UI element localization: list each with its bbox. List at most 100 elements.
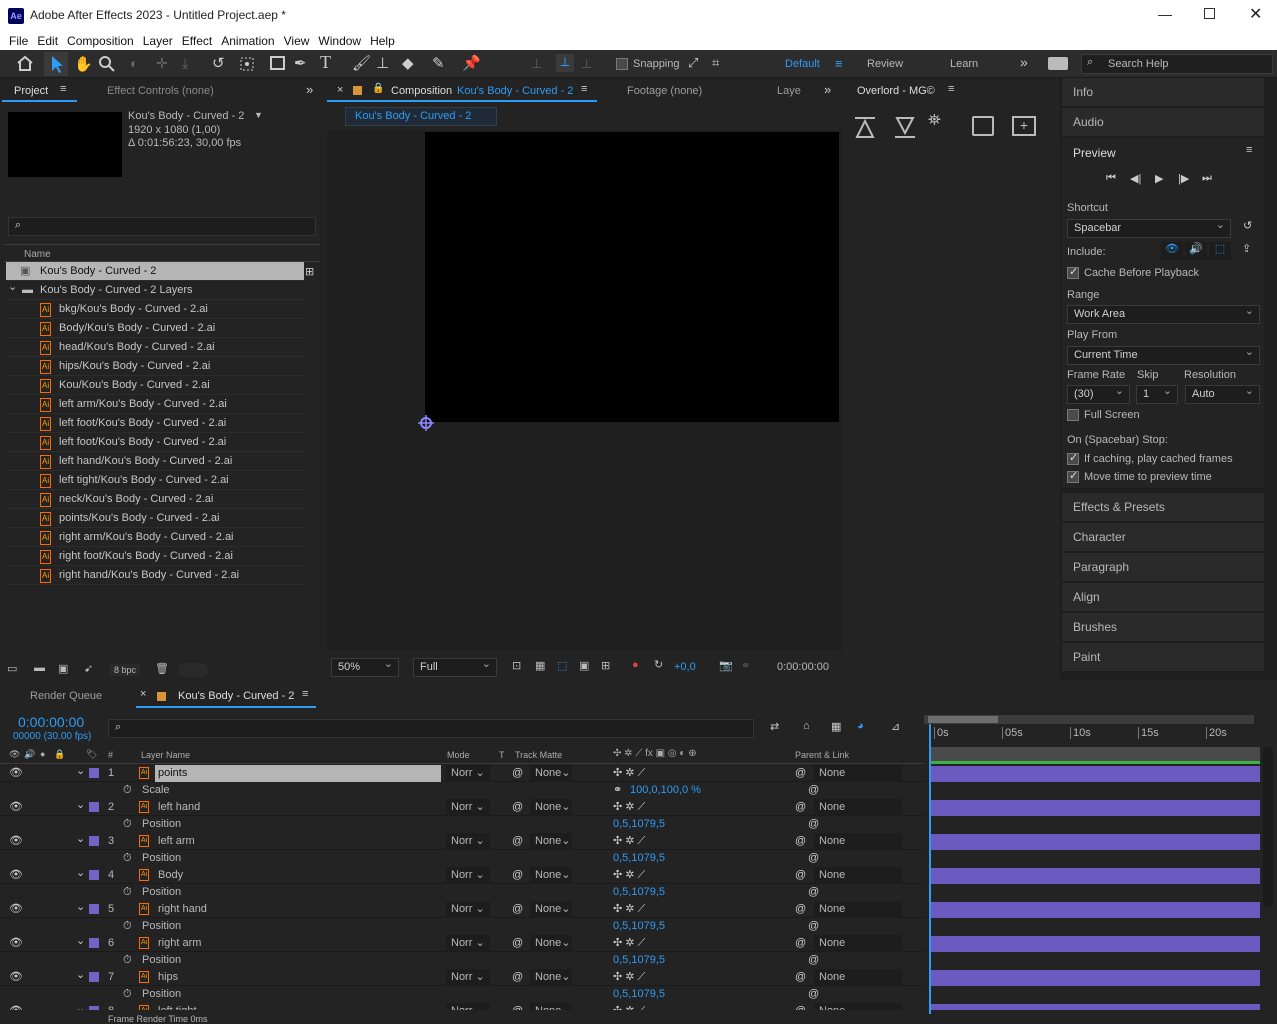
expand-chevron-icon[interactable]: ⌄ (8, 278, 17, 297)
panel-overflow-icon[interactable]: » (824, 82, 831, 97)
push-to-ae-icon[interactable] (853, 116, 877, 138)
screen-icon[interactable] (1048, 57, 1068, 70)
track-matte-dropdown[interactable]: None⌄ (530, 765, 572, 782)
track-matte-pickwhip-icon[interactable]: @ (512, 833, 523, 850)
zoom-dropdown[interactable]: 50% (331, 656, 399, 677)
expand-chevron-icon[interactable]: ⌄ (76, 797, 85, 814)
resolution-dropdown[interactable]: Auto (1185, 383, 1260, 404)
reset-shortcut-icon[interactable]: ↺ (1243, 219, 1252, 232)
add-panel-icon[interactable]: + (1012, 116, 1036, 136)
stopwatch-icon[interactable]: ⏱ (123, 850, 132, 867)
layer-duration-bar[interactable] (930, 970, 1260, 986)
project-item[interactable]: Ai hips/Kou's Body - Curved - 2.ai (6, 357, 306, 376)
anchor-point-icon[interactable] (417, 414, 435, 432)
layer-name[interactable]: left arm (155, 833, 295, 850)
panel-menu-icon[interactable]: ≡ (581, 83, 587, 95)
visibility-col-icon[interactable]: 👁 (9, 749, 20, 760)
label-color-swatch[interactable] (89, 802, 99, 812)
property-row[interactable]: ⏱ Position 0,5,1079,5 @ (0, 986, 924, 1003)
work-area-bar[interactable] (928, 716, 998, 723)
next-frame-icon[interactable]: |▶ (1178, 172, 1189, 185)
roto-brush-tool-icon[interactable]: ✎ (432, 54, 445, 72)
new-folder-icon[interactable]: ▬ (34, 662, 45, 674)
play-icon[interactable]: ▶ (1155, 172, 1163, 185)
comp-canvas[interactable] (425, 132, 839, 422)
dolly-tool-icon[interactable]: ⤓ (182, 55, 188, 72)
range-dropdown[interactable]: Work Area (1067, 303, 1260, 324)
expand-chevron-icon[interactable]: ⌄ (76, 1001, 85, 1010)
puppet-pin-tool-icon[interactable]: 📌 (462, 54, 481, 72)
lock-col-icon[interactable]: 🔒 (54, 749, 65, 760)
label-color-swatch[interactable] (89, 938, 99, 948)
name-column-header[interactable]: Name (4, 244, 320, 262)
comp-tab[interactable]: × 🔒 Composition Kou's Body - Curved - 2 … (327, 80, 597, 102)
parent-dropdown[interactable]: None (814, 969, 902, 986)
expression-pickwhip-icon[interactable]: @ (808, 816, 819, 833)
property-row[interactable]: ⏱ Position 0,5,1079,5 @ (0, 850, 924, 867)
project-search-field[interactable]: ⌕ (8, 217, 316, 236)
scroll-pill[interactable] (178, 663, 208, 677)
brushes-header[interactable]: Brushes (1062, 613, 1264, 641)
menu-help[interactable]: Help (370, 32, 395, 50)
orbit-tool-icon[interactable]: ◐ (130, 55, 138, 71)
character-header[interactable]: Character (1062, 523, 1264, 551)
layer-duration-bar[interactable] (930, 1004, 1260, 1010)
pen-tool-icon[interactable]: ✒ (294, 54, 307, 72)
home-icon[interactable] (16, 55, 34, 71)
track-matte-dropdown[interactable]: None⌄ (530, 799, 572, 816)
label-color-swatch[interactable] (89, 768, 99, 778)
snap-options-icon[interactable]: ⤢ (688, 55, 698, 71)
mode-dropdown[interactable]: Norr ⌄ (446, 799, 490, 816)
stopwatch-icon[interactable]: ⏱ (123, 952, 132, 969)
axis-local-icon[interactable]: ⟂ (532, 55, 541, 72)
paragraph-header[interactable]: Paragraph (1062, 553, 1264, 581)
label-col-icon[interactable]: 🏷 (86, 749, 97, 760)
project-item[interactable]: Ai left foot/Kou's Body - Curved - 2.ai (6, 433, 306, 452)
stopwatch-icon[interactable]: ⏱ (123, 986, 132, 1003)
constrain-proportions-icon[interactable]: ⚭ (613, 782, 622, 799)
layer-name[interactable]: left tight (155, 1003, 295, 1010)
eye-icon[interactable]: 👁 (9, 901, 23, 918)
property-row[interactable]: ⏱ Position 0,5,1079,5 @ (0, 952, 924, 969)
panel-menu-icon[interactable]: ≡ (1246, 144, 1252, 156)
draft-3d-icon[interactable]: ⌂ (803, 720, 810, 732)
expression-pickwhip-icon[interactable]: @ (808, 986, 819, 1003)
property-value[interactable]: 0,5,1079,5 (613, 884, 665, 901)
parent-pickwhip-icon[interactable]: @ (795, 969, 806, 986)
stopwatch-icon[interactable]: ⏱ (123, 816, 132, 833)
timeline-scrollbar[interactable] (1263, 747, 1273, 907)
include-overlays-icon[interactable]: ⬚ (1209, 242, 1231, 260)
mode-dropdown[interactable]: Norr ⌄ (446, 867, 490, 884)
snapshot-icon[interactable]: 📷 (719, 659, 733, 672)
expression-pickwhip-icon[interactable]: @ (808, 952, 819, 969)
expression-pickwhip-icon[interactable]: @ (808, 884, 819, 901)
safe-margins-icon[interactable]: ▣ (579, 659, 589, 672)
layer-row[interactable]: 👁 ⌄ 2 Ai left hand Norr ⌄ @ None⌄ ✣ ✲ ⟋ … (0, 799, 924, 816)
close-button[interactable]: ✕ (1249, 4, 1262, 24)
track-matte-pickwhip-icon[interactable]: @ (512, 765, 523, 782)
layer-row[interactable]: 👁 ⌄ 3 Ai left arm Norr ⌄ @ None⌄ ✣ ✲ ⟋ @… (0, 833, 924, 850)
current-time[interactable]: 0:00:00:00 (18, 714, 84, 730)
mode-dropdown[interactable]: Norr ⌄ (446, 833, 490, 850)
parent-pickwhip-icon[interactable]: @ (795, 833, 806, 850)
item-name-dropdown-icon[interactable]: ▼ (254, 110, 263, 120)
expand-chevron-icon[interactable]: ⌄ (76, 831, 85, 848)
menu-effect[interactable]: Effect (182, 32, 212, 50)
parent-dropdown[interactable]: None (814, 833, 902, 850)
timeline-comp-tab[interactable]: × Kou's Body - Curved - 2 ≡ (136, 684, 316, 708)
pan-tool-icon[interactable]: ✛ (156, 55, 168, 72)
include-video-icon[interactable]: 👁 (1161, 242, 1183, 260)
audio-col-icon[interactable]: 🔊 (24, 749, 35, 760)
eraser-tool-icon[interactable]: ◆ (402, 54, 414, 72)
switches-icons[interactable]: ✣ ✲ ⟋ (613, 833, 645, 850)
minimize-button[interactable]: — (1158, 6, 1172, 22)
layer-duration-bar[interactable] (930, 936, 1260, 952)
project-item[interactable]: Ai right arm/Kou's Body - Curved - 2.ai (6, 528, 306, 547)
frame-rate-dropdown[interactable]: (30) (1067, 383, 1130, 404)
bpc-label[interactable]: 8 bpc (110, 664, 141, 676)
effects-presets-header[interactable]: Effects & Presets (1062, 493, 1264, 521)
layer-name[interactable]: left hand (155, 799, 295, 816)
property-value[interactable]: 0,5,1079,5 (613, 952, 665, 969)
stopwatch-icon[interactable]: ⏱ (123, 782, 132, 799)
more-workspaces-icon[interactable]: » (1020, 54, 1028, 70)
